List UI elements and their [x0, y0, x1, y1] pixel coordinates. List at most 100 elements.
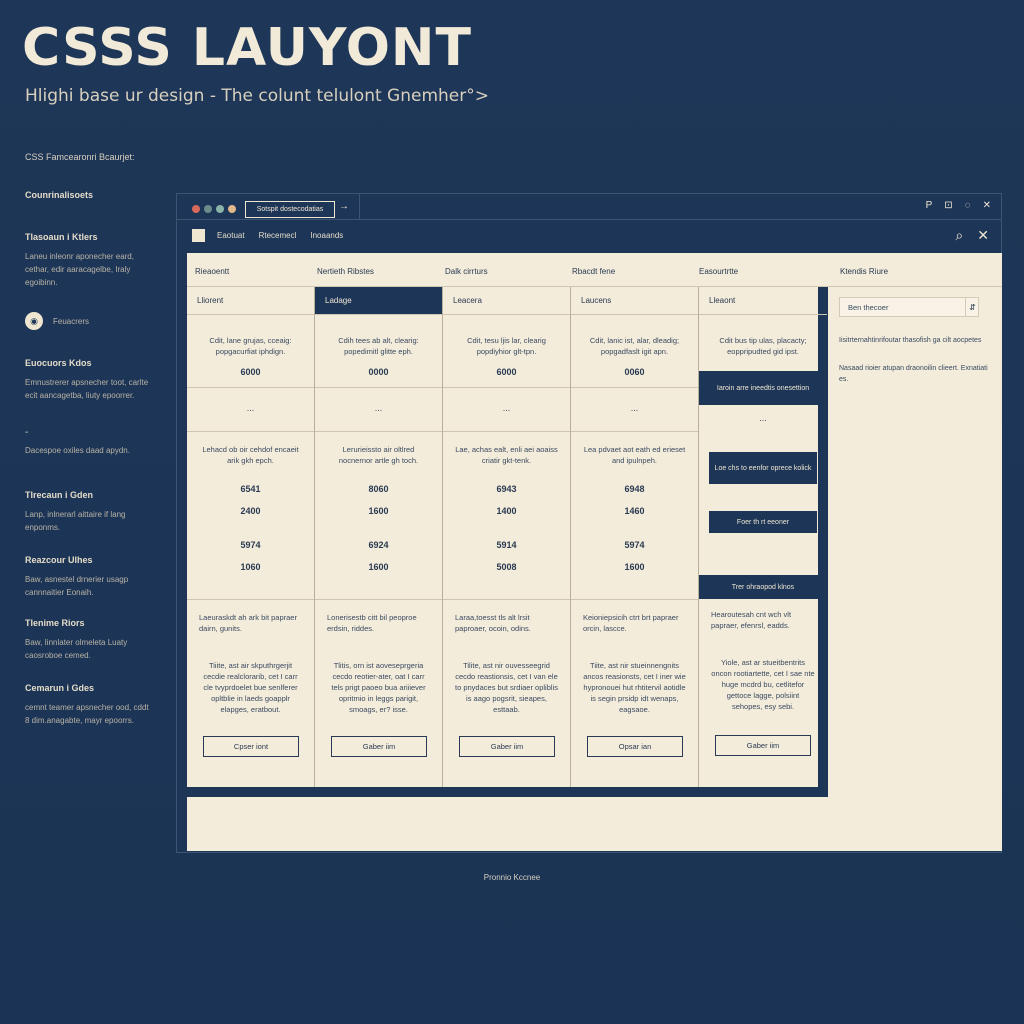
- sidebar-item-desc: Baw, Iinnlater olmeleta Luaty caosroboe …: [25, 638, 128, 660]
- card-value: 1600: [368, 562, 389, 572]
- footer: Pronnio Kccnee: [483, 873, 541, 882]
- card-column: Lliorent Cdit, lane grujas, cceaig: popg…: [187, 287, 315, 787]
- window-controls: [192, 205, 236, 213]
- card-button[interactable]: Gaber iim: [331, 736, 427, 757]
- column-header[interactable]: Dalk cirrturs: [445, 267, 488, 276]
- refresh-icon[interactable]: ◌: [965, 200, 971, 211]
- card-ellipsis[interactable]: ...: [443, 387, 570, 431]
- card-button[interactable]: Gaber iim: [715, 735, 811, 756]
- sidebar-item[interactable]: Tlrecaun i Gden Lanp, inlnerarl aittaire…: [25, 490, 155, 534]
- card-desc: Lae, achas ealt, enli aei aoaiss criatir…: [455, 445, 558, 465]
- card-column: Laucens Cdit, lanic ist, alar, dleadig; …: [571, 287, 699, 787]
- card-value: 6948: [624, 484, 645, 494]
- sidebar-item-title: Cemarun i Gdes: [25, 683, 95, 693]
- card-ellipsis[interactable]: ...: [699, 413, 827, 423]
- card-section: Lae, achas ealt, enli aei aoaiss criatir…: [443, 431, 570, 599]
- card-desc: Tlitis, orn ist aoveseprgeria cecdo reot…: [331, 661, 426, 714]
- maximize-dot-icon[interactable]: [216, 205, 224, 213]
- select-checkbox[interactable]: [192, 229, 205, 242]
- toolbar: Eaotuat Rtecemecl Inoaands ⌕ ✕: [177, 221, 1001, 251]
- card-label[interactable]: Laucens: [571, 287, 698, 315]
- panel-input[interactable]: Ben thecoer: [839, 297, 979, 317]
- sidebar-item[interactable]: Dacespoe oxiles daad apydn.: [25, 444, 155, 457]
- card-desc: Lea pdvaet aot eath ed erieset and ipuln…: [583, 445, 686, 465]
- card-column: Lleaont Cdit bus tip ulas, placacty; eop…: [699, 287, 827, 787]
- card-section: Cdit bus tip ulas, placacty; eoppripudte…: [699, 315, 827, 371]
- column-header[interactable]: Nertieth Ribstes: [317, 267, 374, 276]
- card-desc: Cdit bus tip ulas, placacty; eoppripudte…: [719, 336, 807, 356]
- sidebar-item[interactable]: Tlenime Riors Baw, Iinnlater olmeleta Lu…: [25, 618, 155, 662]
- search-icon[interactable]: ⌕: [955, 227, 963, 244]
- card-button[interactable]: Cpser iont: [203, 736, 299, 757]
- card-ellipsis[interactable]: ...: [315, 387, 442, 431]
- toolbar-link[interactable]: Inoaands: [310, 231, 343, 240]
- column-header[interactable]: Rbacdt fene: [572, 267, 615, 276]
- card-desc: Tiiite, ast air skputhrgerjit cecdie rea…: [203, 661, 298, 714]
- card-value: 6924: [368, 540, 389, 550]
- card-value: 5008: [496, 562, 517, 572]
- radio-icon[interactable]: ◉: [25, 312, 43, 330]
- card-label[interactable]: Lliorent: [187, 287, 314, 315]
- column-header[interactable]: Rieaoentt: [195, 267, 229, 276]
- sidebar-item-title: Tlrecaun i Gden: [25, 490, 94, 500]
- card-value: 0000: [368, 367, 389, 377]
- close-icon[interactable]: ✕: [983, 200, 991, 211]
- card-desc: Cdih tees ab alt, clearig: popedimitl gl…: [338, 336, 419, 356]
- window-icons: P ⊡ ◌ ✕: [926, 200, 991, 211]
- minimize-dot-icon[interactable]: [204, 205, 212, 213]
- sidebar-item-title: Counrinalisoets: [25, 190, 94, 200]
- card-button[interactable]: Gaber iim: [459, 736, 555, 757]
- card-section: Lehacd ob oir cehdof encaeit arik gkh ep…: [187, 431, 314, 599]
- card-value: 1060: [240, 562, 261, 572]
- close-icon[interactable]: ✕: [977, 227, 989, 244]
- sidebar-item[interactable]: Cemarun i Gdes cemnt teamer apsnecher oo…: [25, 683, 155, 727]
- card-label[interactable]: Leacera: [443, 287, 570, 315]
- card-desc: Lonerisestb citt bil peoproe erdsin, rid…: [327, 613, 417, 633]
- card-desc: Lehacd ob oir cehdof encaeit arik gkh ep…: [202, 445, 299, 465]
- column-header[interactable]: Easourtrtte: [699, 267, 738, 276]
- toolbar-link[interactable]: Eaotuat: [217, 231, 245, 240]
- card-value: 5914: [496, 540, 517, 550]
- card-value: 6000: [496, 367, 517, 377]
- card-desc: Keioniepsicih ctrt brt papraer orcin, la…: [583, 613, 679, 633]
- sidebar-item[interactable]: Reazcour Ulhes Baw, asnestel drnerier us…: [25, 555, 155, 599]
- go-arrow-icon[interactable]: →: [339, 201, 349, 212]
- card-section: Keioniepsicih ctrt brt papraer orcin, la…: [571, 599, 698, 787]
- sidebar-item[interactable]: Tlasoaun i Ktlers Laneu inleonr aponeche…: [25, 232, 155, 289]
- action-box[interactable]: Foer th rt eeoner: [709, 511, 817, 533]
- page-title: CSSS LAUYONT: [22, 18, 472, 78]
- sidebar-item-title: Tlenime Riors: [25, 618, 85, 628]
- card-value: 0060: [624, 367, 645, 377]
- tab-divider: [359, 194, 360, 220]
- card-ellipsis[interactable]: ...: [187, 387, 314, 431]
- card-section: Cdih tees ab alt, clearig: popedimitl gl…: [315, 315, 442, 387]
- sidebar-item-title: Reazcour Ulhes: [25, 555, 93, 565]
- pin-icon[interactable]: P: [926, 200, 933, 211]
- action-box[interactable]: Loe chs to eenfor oprece kolick: [709, 452, 817, 484]
- sidebar-item-desc: Dacespoe oxiles daad apydn.: [25, 446, 130, 455]
- tab-icon[interactable]: ⊡: [944, 200, 952, 211]
- card-value: 6000: [240, 367, 261, 377]
- column-header[interactable]: Ktendis Riure: [840, 267, 888, 276]
- card-label[interactable]: Lleaont: [699, 287, 827, 315]
- toolbar-link[interactable]: Rtecemecl: [259, 231, 297, 240]
- browser-window: Sotspit dostecodatias → P ⊡ ◌ ✕ Eaotuat …: [176, 193, 1002, 853]
- sort-icon[interactable]: ⇵: [965, 297, 979, 317]
- card-section: Cdit, tesu ljis lar, clearig popdiyhior …: [443, 315, 570, 387]
- right-panel: Ben thecoer ⇵ Iisitrternahtinrifoutar th…: [839, 287, 1002, 797]
- sidebar-item[interactable]: Counrinalisoets: [25, 190, 155, 200]
- card-desc: Laeuraskdt ah ark bit papraer dairn, gun…: [199, 613, 297, 633]
- card-button[interactable]: Opsar ian: [587, 736, 683, 757]
- card-desc: Hearoutesah cnt wch vlt papraer, efenrsl…: [711, 610, 792, 630]
- sidebar-item-desc: Baw, asnestel drnerier usagp cannnaitier…: [25, 575, 129, 597]
- card-ellipsis[interactable]: ...: [571, 387, 698, 431]
- sidebar-radio-item[interactable]: ◉ Feuacrers: [25, 312, 155, 330]
- extra-dot-icon[interactable]: [228, 205, 236, 213]
- url-field[interactable]: Sotspit dostecodatias: [245, 201, 335, 218]
- close-dot-icon[interactable]: [192, 205, 200, 213]
- card-desc: Laraa,toesst tls alt lrsit paproaer, oco…: [455, 613, 531, 633]
- card-label[interactable]: Ladage: [315, 287, 442, 315]
- card-value: 6943: [496, 484, 517, 494]
- card-desc: Cdit, tesu ljis lar, clearig popdiyhior …: [467, 336, 546, 356]
- sidebar-item[interactable]: Euocuors Kdos Emnustrerer apsnecher toot…: [25, 358, 155, 402]
